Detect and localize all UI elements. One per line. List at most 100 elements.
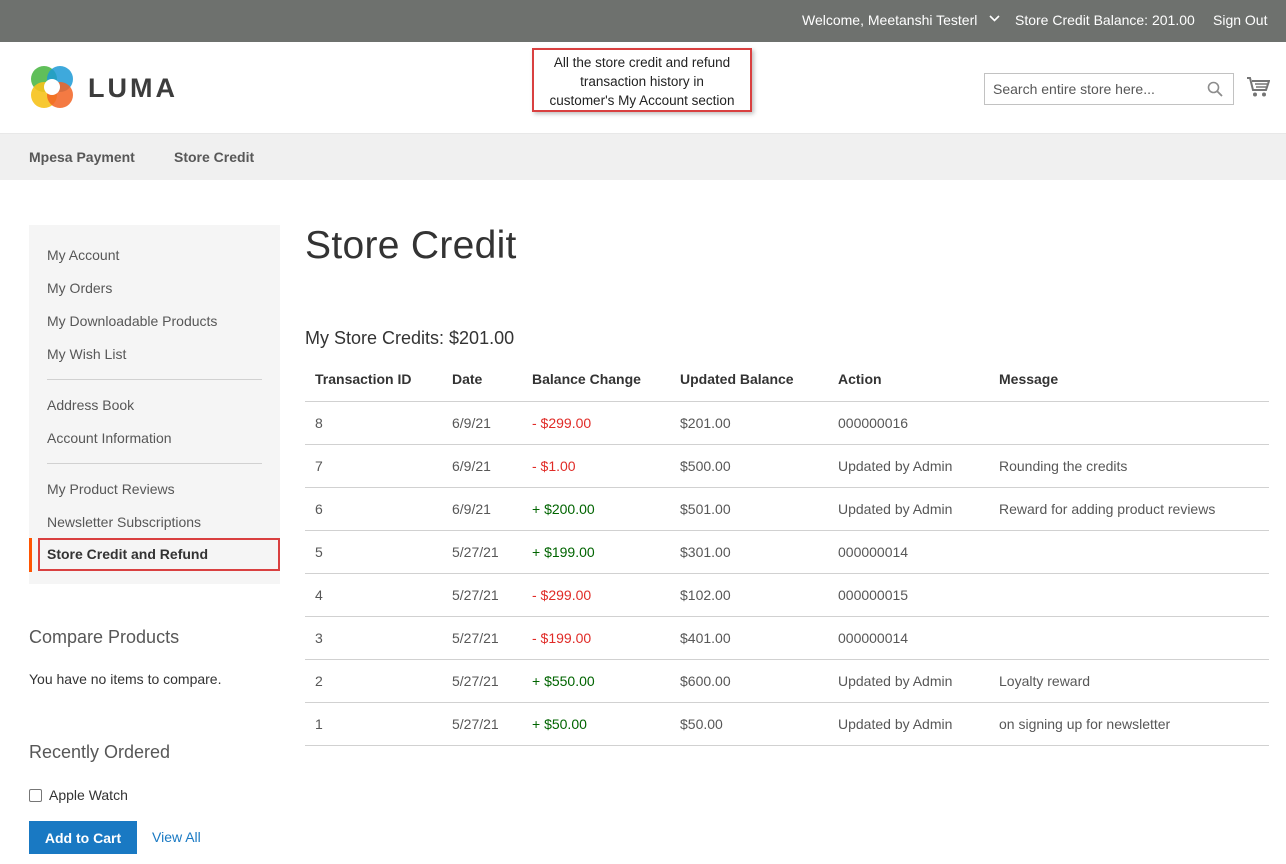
sidebar-item-wish-list[interactable]: My Wish List [47, 346, 126, 362]
cell-message [989, 573, 1269, 617]
transaction-table: Transaction ID Date Balance Change Updat… [305, 358, 1269, 746]
cell-action: 000000016 [828, 401, 989, 445]
page-title: Store Credit [305, 224, 517, 267]
cell-action: 000000014 [828, 616, 989, 660]
nav-item-store-credit[interactable]: Store Credit [174, 149, 254, 165]
sidebar-item-account-information[interactable]: Account Information [47, 430, 172, 446]
table-row: 6 6/9/21 + $200.00 $501.00 Updated by Ad… [305, 487, 1269, 531]
sidebar-item-label: Store Credit and Refund [47, 546, 209, 562]
cell-date: 6/9/21 [442, 487, 522, 531]
cell-updated-balance: $102.00 [670, 573, 828, 617]
cell-updated-balance: $501.00 [670, 487, 828, 531]
cell-transaction-id: 6 [305, 487, 442, 531]
callout-line: transaction history in [580, 74, 704, 89]
store-credits-total: My Store Credits: $201.00 [305, 328, 515, 348]
cell-date: 5/27/21 [442, 530, 522, 574]
nav-item-mpesa-payment[interactable]: Mpesa Payment [29, 149, 135, 165]
cell-updated-balance: $301.00 [670, 530, 828, 574]
sidebar-item-my-orders[interactable]: My Orders [47, 280, 112, 296]
table-row: 8 6/9/21 - $299.00 $201.00 000000016 [305, 401, 1269, 445]
cell-transaction-id: 1 [305, 702, 442, 746]
cell-balance-change: - $199.00 [522, 616, 670, 660]
sidebar-item-store-credit-and-refund[interactable]: Store Credit and Refund [29, 538, 280, 572]
cell-transaction-id: 8 [305, 401, 442, 445]
luma-logo[interactable]: LUMA [29, 64, 179, 110]
cell-action: Updated by Admin [828, 444, 989, 488]
cell-transaction-id: 3 [305, 616, 442, 660]
table-row: 2 5/27/21 + $550.00 $600.00 Updated by A… [305, 659, 1269, 703]
cell-transaction-id: 2 [305, 659, 442, 703]
cell-updated-balance: $201.00 [670, 401, 828, 445]
search-box [984, 73, 1234, 105]
table-row: 1 5/27/21 + $50.00 $50.00 Updated by Adm… [305, 702, 1269, 746]
sidebar-item-downloadable-products[interactable]: My Downloadable Products [47, 313, 217, 329]
cell-balance-change: - $299.00 [522, 573, 670, 617]
cell-date: 5/27/21 [442, 616, 522, 660]
cell-action: 000000014 [828, 530, 989, 574]
cell-message [989, 530, 1269, 574]
welcome-message[interactable]: Welcome, Meetanshi Testerl [802, 12, 977, 28]
annotation-callout: All the store credit and refund transact… [532, 48, 752, 112]
cart-icon[interactable] [1246, 76, 1270, 98]
cell-transaction-id: 5 [305, 530, 442, 574]
logo-text: LUMA [88, 73, 178, 103]
luma-logo-icon [31, 66, 73, 108]
cell-balance-change: + $50.00 [522, 702, 670, 746]
compare-products-empty: You have no items to compare. [29, 671, 222, 687]
cell-action: Updated by Admin [828, 487, 989, 531]
compare-products-title: Compare Products [29, 627, 180, 647]
table-header-row: Transaction ID Date Balance Change Updat… [305, 358, 1269, 402]
recently-ordered-title: Recently Ordered [29, 742, 171, 762]
search-icon[interactable] [1207, 81, 1223, 97]
cell-balance-change: - $299.00 [522, 401, 670, 445]
cell-date: 6/9/21 [442, 401, 522, 445]
chevron-down-icon[interactable] [989, 13, 1000, 24]
cell-date: 5/27/21 [442, 573, 522, 617]
add-to-cart-button[interactable]: Add to Cart [29, 821, 137, 854]
cell-balance-change: + $550.00 [522, 659, 670, 703]
sidebar-divider [47, 379, 262, 380]
callout-line: customer's My Account section [549, 93, 735, 108]
sign-out-link[interactable]: Sign Out [1213, 12, 1267, 28]
recent-item-name[interactable]: Apple Watch [49, 787, 128, 803]
cell-transaction-id: 4 [305, 573, 442, 617]
sidebar-item-newsletter-subscriptions[interactable]: Newsletter Subscriptions [47, 514, 201, 530]
table-row: 4 5/27/21 - $299.00 $102.00 000000015 [305, 573, 1269, 617]
cell-balance-change: + $200.00 [522, 487, 670, 531]
cell-updated-balance: $401.00 [670, 616, 828, 660]
cell-action: Updated by Admin [828, 659, 989, 703]
column-header-transaction-id: Transaction ID [305, 358, 442, 402]
table-row: 5 5/27/21 + $199.00 $301.00 000000014 [305, 530, 1269, 574]
account-sidebar: My Account My Orders My Downloadable Pro… [29, 225, 280, 584]
cell-transaction-id: 7 [305, 444, 442, 488]
sidebar-item-product-reviews[interactable]: My Product Reviews [47, 481, 175, 497]
cell-message [989, 401, 1269, 445]
active-indicator [29, 538, 32, 572]
cell-action: 000000015 [828, 573, 989, 617]
cell-updated-balance: $50.00 [670, 702, 828, 746]
column-header-date: Date [442, 358, 522, 402]
cell-updated-balance: $500.00 [670, 444, 828, 488]
view-all-link[interactable]: View All [152, 829, 201, 845]
cell-updated-balance: $600.00 [670, 659, 828, 703]
cell-date: 5/27/21 [442, 659, 522, 703]
search-input[interactable] [985, 74, 1200, 104]
table-row: 7 6/9/21 - $1.00 $500.00 Updated by Admi… [305, 444, 1269, 488]
column-header-message: Message [989, 358, 1269, 402]
cell-message: Loyalty reward [989, 659, 1269, 703]
cell-message: on signing up for newsletter [989, 702, 1269, 746]
recent-item-checkbox[interactable] [29, 789, 42, 802]
cell-message: Rounding the credits [989, 444, 1269, 488]
column-header-balance-change: Balance Change [522, 358, 670, 402]
table-row: 3 5/27/21 - $199.00 $401.00 000000014 [305, 616, 1269, 660]
main-navigation: Mpesa Payment Store Credit [0, 133, 1286, 180]
column-header-updated-balance: Updated Balance [670, 358, 828, 402]
cell-balance-change: + $199.00 [522, 530, 670, 574]
cell-balance-change: - $1.00 [522, 444, 670, 488]
callout-line: All the store credit and refund [553, 55, 731, 70]
store-credit-balance: Store Credit Balance: 201.00 [1015, 12, 1195, 28]
top-bar: Welcome, Meetanshi Testerl Store Credit … [0, 0, 1286, 42]
sidebar-item-my-account[interactable]: My Account [47, 247, 119, 263]
cell-date: 5/27/21 [442, 702, 522, 746]
sidebar-item-address-book[interactable]: Address Book [47, 397, 134, 413]
